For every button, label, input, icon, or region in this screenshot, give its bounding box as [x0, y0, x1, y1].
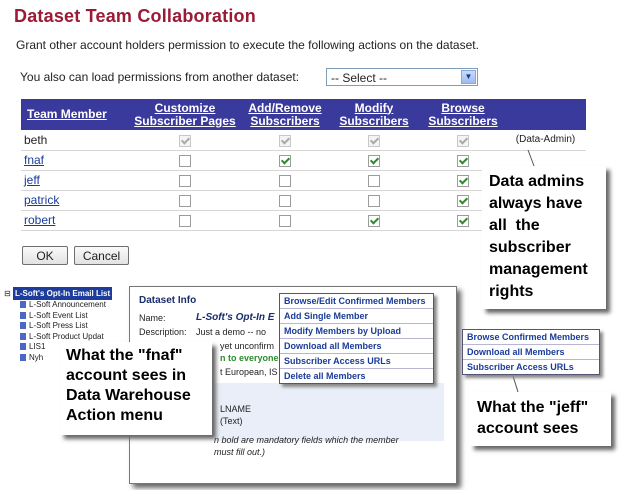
jeff-menu-item[interactable]: Download all Members — [463, 345, 599, 360]
tree-item-label: L-Soft Product Updat — [29, 331, 104, 341]
tree-item[interactable]: L-Soft Press List — [4, 321, 130, 332]
tree-item[interactable]: L-Soft Event List — [4, 311, 130, 322]
list-icon — [20, 322, 26, 330]
callout-data-admins-text: Data admins always have all the subscriber m… — [489, 171, 588, 303]
info-line-3: yet unconfirm — [220, 341, 275, 351]
name-value: L-Soft's Opt-In E — [196, 312, 275, 323]
callout-line: management — [489, 261, 588, 278]
tree-item[interactable]: L-Soft Announcement — [4, 300, 130, 311]
info-line-4: n to everyone — [220, 353, 279, 363]
tree-expand-icon[interactable]: ⊟ — [4, 289, 11, 298]
info-line-9: must fill out.) — [214, 447, 266, 457]
jeff-action-menu: Browse Confirmed Members Download all Mem… — [462, 329, 600, 375]
callout-jeff-text: What the "jeff" account sees — [477, 397, 588, 439]
description-value: Just a demo -- no — [196, 327, 267, 337]
dataset-info-title: Dataset Info — [139, 295, 197, 306]
info-line-6: LNAME — [220, 404, 252, 414]
callout-line: Data admins — [489, 173, 585, 190]
tree-item[interactable]: L-Soft Product Updat — [4, 332, 130, 343]
callout-line: account sees — [477, 420, 579, 437]
tree-item-label: L-Soft Event List — [29, 310, 88, 320]
tree-root-item[interactable]: L-Soft's Opt-In Email List — [12, 287, 113, 300]
fnaf-menu-item[interactable]: Browse/Edit Confirmed Members — [280, 294, 433, 309]
callout-line: What the "jeff" — [477, 399, 589, 416]
list-icon — [20, 353, 26, 361]
tree-item-label: Nyh — [29, 352, 44, 362]
callout-line: account sees in — [66, 367, 187, 384]
jeff-menu-item[interactable]: Browse Confirmed Members — [463, 330, 599, 345]
list-icon — [20, 301, 26, 309]
callout-line: Action menu — [66, 407, 163, 424]
callout-line: all the — [489, 217, 540, 234]
callout-line: always have — [489, 195, 583, 212]
fnaf-action-menu: Browse/Edit Confirmed Members Add Single … — [279, 293, 434, 384]
fnaf-menu-item[interactable]: Modify Members by Upload — [280, 324, 433, 339]
list-icon — [20, 311, 26, 319]
info-line-7: (Text) — [220, 416, 243, 426]
jeff-menu-item[interactable]: Subscriber Access URLs — [463, 360, 599, 374]
name-label: Name: — [139, 313, 166, 323]
tree-item-label: L-Soft Announcement — [29, 300, 106, 309]
info-line-8: n bold are mandatory fields which the me… — [214, 435, 399, 445]
callout-line: subscriber — [489, 239, 571, 256]
fnaf-menu-item[interactable]: Delete all Members — [280, 369, 433, 383]
callout-fnaf-text: What the "fnaf" account sees in Data Wareh… — [66, 346, 191, 426]
fnaf-menu-item[interactable]: Add Single Member — [280, 309, 433, 324]
tree-item-label: LIS1 — [29, 342, 46, 351]
list-icon — [20, 332, 26, 340]
tree-item-label: L-Soft Press List — [29, 321, 88, 330]
fnaf-menu-item[interactable]: Subscriber Access URLs — [280, 354, 433, 369]
list-icon — [20, 343, 26, 351]
callout-line: rights — [489, 283, 534, 300]
info-line-5: t European, IS — [220, 367, 278, 377]
fnaf-menu-item[interactable]: Download all Members — [280, 339, 433, 354]
description-label: Description: — [139, 327, 187, 337]
callout-line: What the "fnaf" — [66, 347, 183, 364]
callout-line: Data Warehouse — [66, 387, 191, 404]
